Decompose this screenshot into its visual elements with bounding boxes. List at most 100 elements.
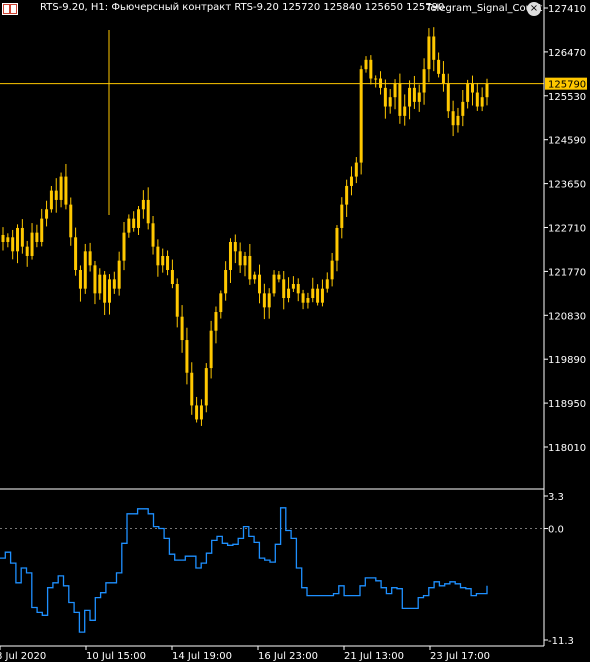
candle — [166, 250, 170, 276]
candle — [320, 279, 324, 307]
candle — [437, 52, 441, 78]
candle — [383, 79, 387, 119]
candle — [335, 225, 339, 272]
candle — [69, 197, 73, 246]
candle — [461, 90, 465, 127]
candle — [59, 172, 63, 208]
candle — [446, 73, 450, 119]
candle — [238, 242, 242, 273]
price-tick-label: 119890 — [548, 355, 586, 366]
candle — [122, 222, 126, 271]
candle — [480, 87, 484, 112]
candle — [1, 227, 5, 251]
candle — [20, 219, 24, 254]
candle — [369, 55, 373, 85]
candle — [233, 234, 237, 264]
candle — [354, 157, 358, 184]
candle — [35, 224, 39, 248]
price-axis: 127410 126470 125530 124590 123650 122710 1217… — [0, 4, 587, 454]
time-tick-label: 8 Jul 2020 — [0, 651, 46, 662]
candle — [272, 270, 276, 297]
candle — [364, 56, 368, 73]
indicator-panel — [0, 507, 544, 633]
candle — [475, 82, 479, 111]
time-tick-label: 23 Jul 17:00 — [430, 651, 490, 662]
price-candles — [1, 27, 489, 426]
candle — [243, 251, 247, 277]
candle — [112, 271, 116, 294]
time-tick-label: 14 Jul 19:00 — [172, 651, 232, 662]
candle — [11, 229, 15, 260]
candle — [262, 283, 266, 320]
candle — [296, 278, 300, 302]
candle — [45, 200, 49, 227]
candle — [141, 190, 145, 219]
candle — [277, 271, 281, 283]
indicator-tick-label: -11.3 — [548, 636, 574, 647]
price-tick-label: 118950 — [548, 399, 586, 410]
candle — [253, 271, 257, 284]
price-tick-label: 124590 — [548, 136, 586, 147]
candle — [330, 252, 334, 287]
price-tick-label: 121770 — [548, 267, 586, 278]
candle — [204, 363, 208, 413]
candle — [209, 320, 213, 379]
candle — [441, 61, 445, 92]
candle — [161, 248, 165, 273]
chart-canvas[interactable]: 127410 126470 125530 124590 123650 122710 1217… — [0, 0, 590, 662]
candle — [325, 272, 329, 293]
candle — [54, 178, 58, 213]
time-tick-label: 10 Jul 15:00 — [86, 651, 146, 662]
price-tick-label: 120830 — [548, 311, 586, 322]
candle — [359, 65, 363, 175]
candle — [291, 276, 295, 293]
candle — [379, 71, 383, 95]
candle — [403, 94, 407, 126]
candle — [374, 75, 378, 88]
candle — [127, 214, 131, 238]
candle — [282, 271, 286, 310]
candle — [175, 278, 179, 328]
candle — [195, 396, 199, 423]
candle — [306, 292, 310, 309]
candle — [146, 187, 150, 230]
candle — [6, 233, 10, 248]
candle — [180, 305, 184, 353]
candle — [345, 179, 349, 217]
candle — [30, 223, 34, 260]
candle — [156, 239, 160, 277]
indicator-tick-label: 3.3 — [548, 492, 564, 503]
candle — [199, 399, 203, 426]
candle — [74, 227, 78, 276]
candle — [349, 166, 353, 196]
candle — [16, 224, 20, 264]
candle — [228, 238, 232, 283]
candle — [185, 327, 189, 385]
price-tick-label: 125530 — [548, 92, 586, 103]
candle — [427, 28, 431, 83]
candle — [456, 107, 460, 133]
close-icon[interactable]: × — [527, 2, 541, 16]
candle — [267, 288, 271, 319]
candle — [224, 261, 228, 301]
symbol-description: Фьючерсный контракт RTS-9.20 — [111, 2, 279, 13]
candle — [248, 243, 252, 285]
candle — [214, 306, 218, 344]
time-axis: 8 Jul 2020 10 Jul 15:00 14 Jul 19:00 16 Jul… — [0, 646, 490, 662]
candle — [258, 264, 262, 304]
window-tabs-icon[interactable] — [2, 3, 18, 15]
candle — [311, 277, 315, 303]
candle — [137, 205, 141, 236]
candle — [340, 197, 344, 239]
candle — [83, 243, 87, 294]
candle — [316, 284, 320, 306]
candle — [287, 277, 291, 303]
indicator-tick-label: 0.0 — [548, 525, 564, 536]
indicator-axis: 3.3 0.0 -11.3 — [544, 492, 574, 647]
candle — [398, 73, 402, 124]
candle — [422, 58, 426, 105]
time-tick-label: 21 Jul 13:00 — [344, 651, 404, 662]
candle — [93, 260, 97, 305]
price-tick-label: 122710 — [548, 224, 586, 235]
candle — [470, 75, 474, 106]
